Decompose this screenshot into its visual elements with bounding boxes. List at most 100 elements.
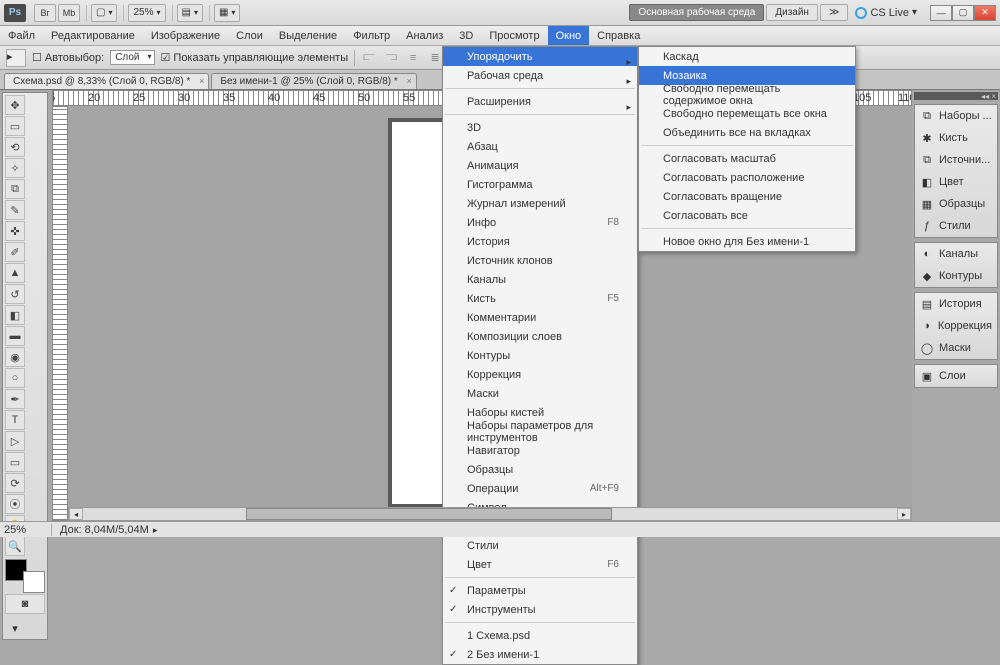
menu-item[interactable]: Наборы параметров для инструментов [443, 422, 637, 441]
menu-item[interactable]: Новое окно для Без имени-1 [639, 232, 855, 251]
pen-tool[interactable]: ✒ [5, 389, 25, 409]
menu-item[interactable]: Анимация [443, 156, 637, 175]
menu-item[interactable]: КистьF5 [443, 289, 637, 308]
status-zoom[interactable]: 25% [0, 524, 52, 536]
menu-item[interactable]: Расширения [443, 92, 637, 111]
menu-справка[interactable]: Справка [589, 26, 648, 45]
gradient-tool[interactable]: ▬ [5, 326, 25, 346]
menu-item[interactable]: Коррекция [443, 365, 637, 384]
show-controls-checkbox[interactable]: ☑Показать управляющие элементы [161, 51, 349, 64]
wand-tool[interactable]: ✧ [5, 158, 25, 178]
document-tab[interactable]: Схема.psd @ 8,33% (Слой 0, RGB/8) *× [4, 73, 209, 89]
menu-item[interactable]: Каскад [639, 47, 855, 66]
menu-item[interactable]: ЦветF6 [443, 555, 637, 574]
menu-item[interactable]: 3D [443, 118, 637, 137]
blur-tool[interactable]: ◉ [5, 347, 25, 367]
marquee-tool[interactable]: ▭ [5, 116, 25, 136]
menu-изображение[interactable]: Изображение [143, 26, 228, 45]
menu-item[interactable]: Источник клонов [443, 251, 637, 270]
dock-panel-item[interactable]: ⧉Наборы ... [915, 105, 997, 127]
autoselect-checkbox[interactable]: ☐Автовыбор: [32, 51, 104, 64]
minimize-button[interactable]: — [930, 5, 952, 21]
menu-item[interactable]: 2 Без имени-1✓ [443, 645, 637, 664]
menu-item[interactable]: Абзац [443, 137, 637, 156]
menu-item[interactable]: Согласовать все [639, 206, 855, 225]
menu-item[interactable]: Согласовать вращение [639, 187, 855, 206]
eraser-tool[interactable]: ◧ [5, 305, 25, 325]
menu-выделение[interactable]: Выделение [271, 26, 345, 45]
eyedropper-tool[interactable]: ✎ [5, 200, 25, 220]
menu-item[interactable]: Инструменты✓ [443, 600, 637, 619]
quickmask-button[interactable]: ◙ [5, 594, 45, 614]
menu-item[interactable]: Упорядочить [443, 47, 637, 66]
close-tab-icon[interactable]: × [199, 76, 204, 86]
type-tool[interactable]: T [5, 410, 25, 430]
lasso-tool[interactable]: ⟲ [5, 137, 25, 157]
move-tool[interactable]: ✥ [5, 95, 25, 115]
menu-3d[interactable]: 3D [451, 26, 481, 45]
menu-item[interactable]: Свободно перемещать содержимое окна [639, 85, 855, 104]
healing-tool[interactable]: ✜ [5, 221, 25, 241]
stamp-tool[interactable]: ▲ [5, 263, 25, 283]
scroll-right-button[interactable]: ▸ [897, 508, 911, 520]
brush-tool[interactable]: ✐ [5, 242, 25, 262]
menu-item[interactable]: Объединить все на вкладках [639, 123, 855, 142]
autoselect-target-dropdown[interactable]: Слой [110, 50, 154, 65]
dock-panel-item[interactable]: ◯Маски [915, 337, 997, 359]
menu-редактирование[interactable]: Редактирование [43, 26, 143, 45]
bridge-icon[interactable]: Br [34, 4, 56, 22]
menu-фильтр[interactable]: Фильтр [345, 26, 398, 45]
3d-camera-tool[interactable]: ⦿ [5, 494, 25, 514]
workspace-design-button[interactable]: Дизайн [766, 4, 818, 21]
crop-tool[interactable]: ⧉ [5, 179, 25, 199]
workspace-more-button[interactable]: ≫ [820, 4, 848, 21]
dock-panel-item[interactable]: ◑Коррекция [915, 315, 997, 337]
menu-item[interactable]: Свободно перемещать все окна [639, 104, 855, 123]
menu-item[interactable]: Контуры [443, 346, 637, 365]
menu-item[interactable]: Гистограмма [443, 175, 637, 194]
minibridge-icon[interactable]: Mb [58, 4, 80, 22]
close-button[interactable]: ✕ [974, 5, 996, 21]
zoom-dropdown[interactable]: 25% [128, 4, 165, 22]
align-icon[interactable]: ⫍ [361, 50, 377, 66]
menu-item[interactable]: Композиции слоев [443, 327, 637, 346]
scroll-left-button[interactable]: ◂ [69, 508, 83, 520]
menu-item[interactable]: Комментарии [443, 308, 637, 327]
maximize-button[interactable]: ▢ [952, 5, 974, 21]
view-extras-dropdown[interactable]: ▤ [177, 4, 203, 22]
menu-item[interactable]: Навигатор [443, 441, 637, 460]
menu-item[interactable]: 1 Схема.psd [443, 626, 637, 645]
dock-panel-item[interactable]: ⧉Источни... [915, 149, 997, 171]
menu-item[interactable]: Журнал измерений [443, 194, 637, 213]
menu-item[interactable]: Параметры✓ [443, 581, 637, 600]
status-docinfo[interactable]: Док: 8,04M/5,04M▸ [52, 524, 165, 536]
menu-item[interactable]: Каналы [443, 270, 637, 289]
screen-mode-dropdown[interactable]: ▢ [91, 4, 117, 22]
menu-анализ[interactable]: Анализ [398, 26, 451, 45]
close-tab-icon[interactable]: × [406, 76, 411, 86]
color-swatch[interactable] [5, 559, 45, 593]
menu-окно[interactable]: Окно [548, 26, 590, 45]
menu-item[interactable]: История [443, 232, 637, 251]
dock-panel-item[interactable]: ▦Образцы [915, 193, 997, 215]
dock-panel-item[interactable]: ▣Слои [915, 365, 997, 387]
menu-item[interactable]: Стили [443, 536, 637, 555]
menu-item[interactable]: ОперацииAlt+F9 [443, 479, 637, 498]
workspace-main-button[interactable]: Основная рабочая среда [629, 4, 764, 21]
3d-tool[interactable]: ⟳ [5, 473, 25, 493]
menu-item[interactable]: Согласовать расположение [639, 168, 855, 187]
document-tab[interactable]: Без имени-1 @ 25% (Слой 0, RGB/8) *× [211, 73, 416, 89]
menu-item[interactable]: Рабочая среда [443, 66, 637, 85]
align-icon[interactable]: ⫎ [383, 50, 399, 66]
zoom-tool[interactable]: 🔍 [5, 536, 25, 556]
menu-файл[interactable]: Файл [0, 26, 43, 45]
dock-panel-item[interactable]: ƒСтили [915, 215, 997, 237]
dock-panel-item[interactable]: ▤История [915, 293, 997, 315]
dodge-tool[interactable]: ○ [5, 368, 25, 388]
shape-tool[interactable]: ▭ [5, 452, 25, 472]
cslive-button[interactable]: CS Live ▾ [850, 7, 922, 19]
dock-panel-item[interactable]: ✱Кисть [915, 127, 997, 149]
align-icon[interactable]: ≣ [427, 50, 443, 66]
dock-collapse-icon[interactable]: ◂◂ × [914, 92, 998, 100]
menu-item[interactable]: Согласовать масштаб [639, 149, 855, 168]
